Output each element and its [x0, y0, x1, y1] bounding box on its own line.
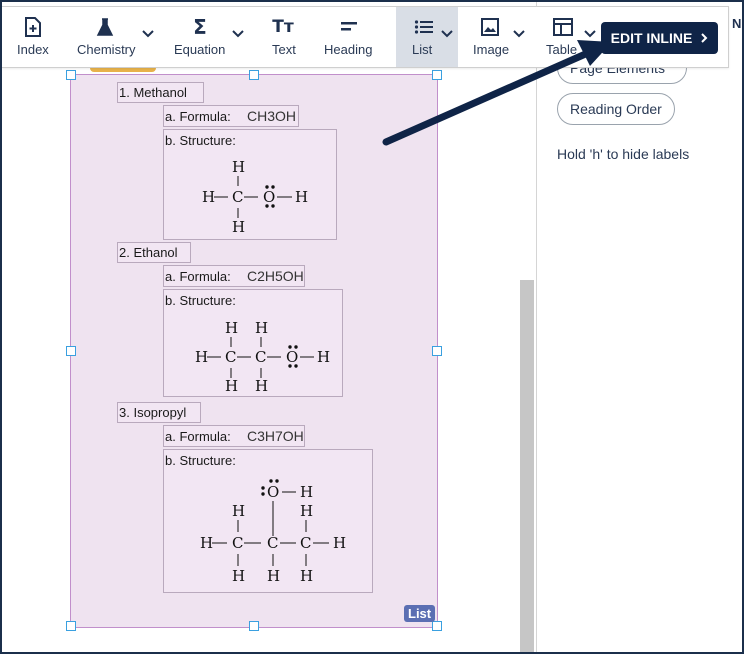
- svg-text:H: H: [232, 218, 245, 236]
- tool-label: Image: [473, 42, 510, 57]
- svg-text:H: H: [300, 502, 313, 520]
- hide-labels-hint: Hold 'h' to hide labels: [557, 146, 690, 162]
- list-item-title-box[interactable]: 1. Methanol: [117, 82, 204, 103]
- app-window: List 1. Methanol a. Formula: CH3OH b. St…: [0, 0, 744, 654]
- resize-handle-bottom-left[interactable]: [66, 621, 76, 631]
- heading-icon: [337, 17, 361, 37]
- svg-text:C: C: [232, 188, 243, 206]
- tool-label: Chemistry: [77, 42, 136, 57]
- methanol-structure: H H C O H H: [202, 158, 308, 236]
- resize-handle-bottom-right[interactable]: [432, 621, 442, 631]
- svg-text:H: H: [300, 567, 313, 585]
- resize-handle-right[interactable]: [432, 346, 442, 356]
- tool-label: Heading: [324, 42, 373, 57]
- tool-label: Equation: [174, 42, 226, 57]
- svg-text:H: H: [300, 483, 313, 501]
- resize-handle-bottom[interactable]: [249, 621, 259, 631]
- formula-label: a. Formula:: [165, 269, 231, 284]
- image-icon: [478, 17, 502, 37]
- formula-box[interactable]: a. Formula: CH3OH: [163, 105, 299, 127]
- svg-text:O: O: [267, 483, 279, 501]
- table-icon: [551, 17, 575, 37]
- svg-text:H: H: [255, 377, 268, 395]
- tool-table[interactable]: Table: [532, 7, 602, 67]
- tool-label: List: [412, 42, 433, 57]
- reading-order-button[interactable]: Reading Order: [557, 93, 675, 125]
- svg-text:O: O: [286, 348, 298, 366]
- list-item-title-box[interactable]: 2. Ethanol: [117, 242, 191, 263]
- chevron-down-icon[interactable]: [440, 29, 454, 39]
- document-scrollbar[interactable]: [520, 280, 534, 652]
- structure-box[interactable]: b. Structure: H H C O H H: [163, 129, 337, 240]
- formula-value: C2H5OH: [247, 268, 304, 284]
- tool-label: Table: [546, 42, 578, 57]
- formula-box[interactable]: a. Formula: C2H5OH: [163, 265, 305, 287]
- svg-text:H: H: [232, 158, 245, 176]
- tool-label: Index: [17, 42, 49, 57]
- tool-heading[interactable]: Heading: [314, 7, 396, 67]
- sigma-icon: Σ: [193, 15, 207, 39]
- svg-text:O: O: [263, 188, 275, 206]
- list-icon: [412, 17, 436, 37]
- svg-text:H: H: [225, 377, 238, 395]
- chevron-right-icon: [701, 33, 708, 43]
- text-icon: Tт: [272, 17, 294, 37]
- edit-inline-label: EDIT INLINE: [610, 30, 693, 46]
- svg-text:H: H: [195, 348, 208, 366]
- svg-text:H: H: [225, 319, 238, 337]
- isopropyl-structure: O H H H H C C C H H H H: [200, 479, 346, 585]
- add-document-icon: [21, 17, 45, 37]
- tool-list[interactable]: List: [396, 7, 458, 67]
- svg-text:C: C: [232, 534, 243, 552]
- toolbar-overflow-letter: N: [732, 16, 742, 31]
- formula-value: CH3OH: [247, 108, 297, 124]
- tool-label: Text: [272, 42, 296, 57]
- list-item-title: 2. Ethanol: [119, 245, 178, 260]
- svg-text:H: H: [317, 348, 330, 366]
- svg-text:H: H: [255, 319, 268, 337]
- chevron-down-icon[interactable]: [141, 29, 155, 39]
- structure-box[interactable]: b. Structure: H H H C C O H H H: [163, 289, 343, 397]
- tool-text[interactable]: Tт Text: [252, 7, 314, 67]
- svg-text:H: H: [267, 567, 280, 585]
- panel-divider: [536, 2, 537, 652]
- ethanol-structure: H H H C C O H H H: [195, 319, 330, 395]
- svg-text:H: H: [232, 502, 245, 520]
- chevron-down-icon[interactable]: [583, 29, 597, 39]
- svg-text:C: C: [255, 348, 266, 366]
- resize-handle-top[interactable]: [249, 70, 259, 80]
- svg-text:H: H: [295, 188, 308, 206]
- list-item-title: 1. Methanol: [119, 85, 187, 100]
- svg-text:H: H: [200, 534, 213, 552]
- tool-chemistry[interactable]: Chemistry: [64, 7, 160, 67]
- tool-image[interactable]: Image: [458, 7, 532, 67]
- chevron-down-icon[interactable]: [231, 29, 245, 39]
- structure-box[interactable]: b. Structure: O H H H H C C C H H H H: [163, 449, 373, 593]
- formula-value: C3H7OH: [247, 428, 304, 444]
- tool-index[interactable]: Index: [2, 7, 64, 67]
- chevron-down-icon[interactable]: [512, 29, 526, 39]
- svg-text:C: C: [267, 534, 278, 552]
- svg-text:C: C: [225, 348, 236, 366]
- svg-text:H: H: [202, 188, 215, 206]
- reading-order-label: Reading Order: [570, 101, 662, 117]
- resize-handle-top-left[interactable]: [66, 70, 76, 80]
- resize-handle-top-right[interactable]: [432, 70, 442, 80]
- formula-box[interactable]: a. Formula: C3H7OH: [163, 425, 305, 447]
- svg-text:H: H: [232, 567, 245, 585]
- list-item-title: 3. Isopropyl: [119, 405, 187, 420]
- list-tag-chip[interactable]: List: [404, 605, 436, 622]
- svg-text:C: C: [300, 534, 311, 552]
- formula-label: a. Formula:: [165, 429, 231, 444]
- tool-equation[interactable]: Σ Equation: [160, 7, 252, 67]
- flask-icon: [93, 17, 117, 37]
- list-item-title-box[interactable]: 3. Isopropyl: [117, 402, 201, 423]
- resize-handle-left[interactable]: [66, 346, 76, 356]
- formula-label: a. Formula:: [165, 109, 231, 124]
- svg-text:H: H: [333, 534, 346, 552]
- edit-inline-button[interactable]: EDIT INLINE: [601, 22, 718, 54]
